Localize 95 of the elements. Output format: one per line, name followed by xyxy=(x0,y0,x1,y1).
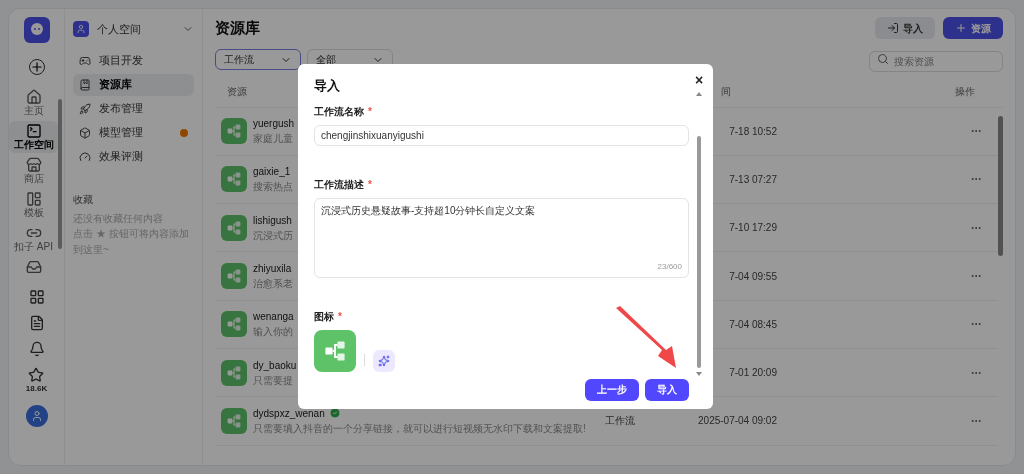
character-count: 23/600 xyxy=(657,260,682,273)
rail-item[interactable]: 主页 xyxy=(9,87,58,119)
favorites-title: 收藏 xyxy=(73,192,94,207)
rail-button[interactable] xyxy=(28,341,45,357)
edit-time: 7-01 20:09 xyxy=(729,366,777,381)
sidebar-item[interactable]: 模型管理 xyxy=(73,121,194,144)
workflow-icon xyxy=(314,329,356,372)
user-avatar[interactable] xyxy=(25,405,48,427)
description-value: 沉浸式历史悬疑故事-支持超10分钟长自定义文案 xyxy=(321,203,537,218)
inbox-icon xyxy=(25,259,42,275)
scroll-up-icon[interactable] xyxy=(696,92,702,96)
document-icon xyxy=(28,315,45,331)
dialog-title: 导入 xyxy=(314,77,340,95)
sidebar-item[interactable]: 资源库 xyxy=(73,73,194,96)
resource-name: zhiyuxila xyxy=(253,262,292,277)
workflow-icon xyxy=(221,359,247,386)
resource-name: lishigush xyxy=(253,213,292,228)
column-header: 资源 xyxy=(227,84,247,99)
confirm-import-button[interactable]: 导入 xyxy=(645,378,689,401)
import-icon xyxy=(887,22,899,35)
import-button[interactable]: 导入 xyxy=(875,17,935,40)
rail-item[interactable]: 工作空间 xyxy=(9,121,58,153)
sidebar-item[interactable]: 项目开发 xyxy=(73,49,194,72)
cube-icon xyxy=(79,126,91,139)
field-label: 工作流描述 xyxy=(314,177,364,192)
resource-description: 沉浸式历 xyxy=(253,228,293,243)
person-icon xyxy=(30,410,43,422)
ai-generate-button[interactable] xyxy=(373,349,395,372)
bell-icon xyxy=(28,341,45,357)
layout-icon xyxy=(25,191,42,207)
name-field[interactable]: chengjinshixuanyigushi xyxy=(314,124,689,146)
scrollbar[interactable] xyxy=(998,115,1003,256)
sparkle-icon xyxy=(378,354,390,367)
resource-name: dy_baoku xyxy=(253,358,297,373)
description-field[interactable]: 沉浸式历史悬疑故事-支持超10分钟长自定义文案 23/600 xyxy=(314,197,689,278)
rail-item[interactable]: 扣子 API xyxy=(9,223,58,255)
resource-description: 只需要提 xyxy=(253,373,293,388)
gamepad-icon xyxy=(79,54,91,67)
plus-icon xyxy=(955,22,967,35)
rail-item[interactable]: 商店 xyxy=(9,155,58,187)
edit-time: 7-13 07:27 xyxy=(729,172,777,187)
field-label: 图标 xyxy=(314,309,334,324)
resource-description: 家庭儿童 xyxy=(253,132,293,147)
app-logo[interactable] xyxy=(23,17,50,43)
book-icon xyxy=(79,78,91,91)
workflow-icon xyxy=(221,118,247,145)
search-icon xyxy=(877,52,889,65)
search-field[interactable]: 搜索资源 xyxy=(869,50,1003,72)
resource-type: 工作流 xyxy=(605,414,635,429)
scrollbar[interactable] xyxy=(58,99,62,249)
column-header: 间 xyxy=(721,84,731,99)
store-icon xyxy=(25,157,42,173)
rail-button[interactable] xyxy=(28,315,45,331)
page-title: 资源库 xyxy=(215,18,261,38)
gauge-icon xyxy=(79,150,91,163)
rail-button[interactable] xyxy=(28,289,45,305)
required-mark: * xyxy=(368,177,372,192)
scrollbar[interactable] xyxy=(697,136,701,368)
required-mark: * xyxy=(338,309,342,324)
edit-time: 7-10 17:29 xyxy=(729,221,777,236)
terminal-icon xyxy=(25,123,42,139)
resource-name: yuergush xyxy=(253,117,295,132)
filter-select[interactable]: 工作流 xyxy=(215,49,301,70)
add-resource-button[interactable]: 资源 xyxy=(943,17,1003,40)
resource-description: 治愈系老 xyxy=(253,277,293,292)
edit-time: 2025-07-04 09:02 xyxy=(698,414,777,429)
star-icon xyxy=(28,367,45,383)
resource-description: 搜索热点 xyxy=(253,180,293,195)
rocket-icon xyxy=(79,102,91,115)
arrow-annotation xyxy=(614,306,679,370)
scroll-down-icon[interactable] xyxy=(696,372,702,376)
field-label: 工作流名称 xyxy=(314,104,364,119)
rail-item[interactable]: 模板 xyxy=(9,189,58,221)
column-header: 操作 xyxy=(955,84,975,99)
workflow-icon xyxy=(221,311,247,338)
sidebar-item[interactable]: 发布管理 xyxy=(73,97,194,120)
rail-button[interactable]: 18.6K xyxy=(25,367,48,395)
home-icon xyxy=(25,89,42,105)
edit-time: 7-18 10:52 xyxy=(729,124,777,139)
close-button[interactable]: × xyxy=(694,72,704,88)
resource-name: dydspxz_wenan xyxy=(253,406,325,421)
workflow-icon xyxy=(221,214,247,241)
resource-name: wenanga xyxy=(253,310,294,325)
sidebar-item[interactable]: 效果评测 xyxy=(73,145,194,168)
edit-time: 7-04 09:55 xyxy=(729,269,777,284)
edit-time: 7-04 08:45 xyxy=(729,317,777,332)
back-button[interactable]: 上一步 xyxy=(585,378,639,401)
resource-name: gaixie_1 xyxy=(253,165,291,180)
workflow-icon xyxy=(221,263,247,290)
workflow-icon xyxy=(221,166,247,193)
space-selector[interactable]: 个人空间 xyxy=(73,17,194,42)
workflow-icon xyxy=(221,407,247,434)
apps-icon xyxy=(28,289,45,305)
resource-description: 输入你的 xyxy=(253,325,293,340)
required-mark: * xyxy=(368,104,372,119)
